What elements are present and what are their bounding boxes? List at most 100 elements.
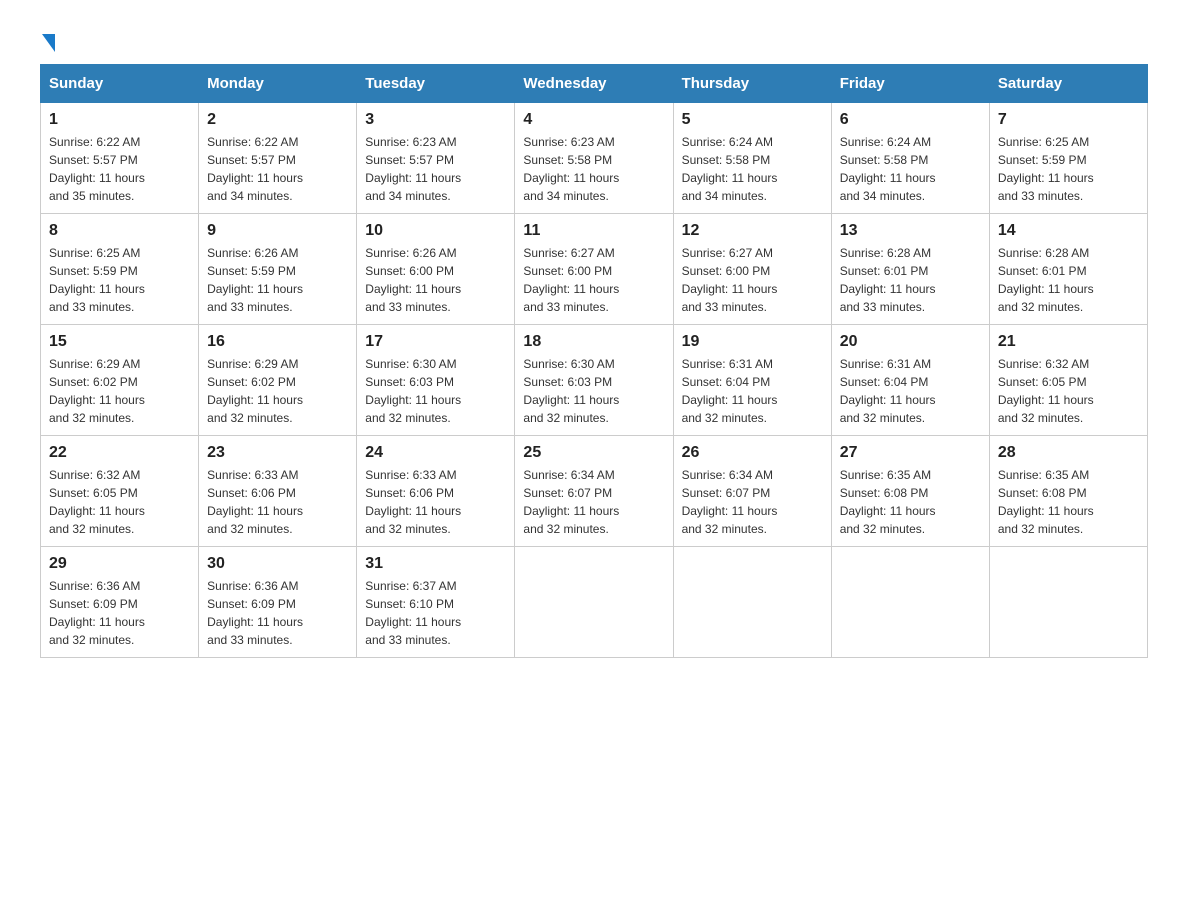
week-row-5: 29 Sunrise: 6:36 AM Sunset: 6:09 PM Dayl… bbox=[41, 547, 1148, 658]
calendar-cell: 28 Sunrise: 6:35 AM Sunset: 6:08 PM Dayl… bbox=[989, 436, 1147, 547]
calendar-table: SundayMondayTuesdayWednesdayThursdayFrid… bbox=[40, 64, 1148, 658]
day-info: Sunrise: 6:22 AM Sunset: 5:57 PM Dayligh… bbox=[49, 133, 190, 205]
day-number: 29 bbox=[49, 555, 190, 573]
day-number: 18 bbox=[523, 333, 664, 351]
day-number: 11 bbox=[523, 222, 664, 240]
day-number: 4 bbox=[523, 111, 664, 129]
calendar-cell: 22 Sunrise: 6:32 AM Sunset: 6:05 PM Dayl… bbox=[41, 436, 199, 547]
day-info: Sunrise: 6:30 AM Sunset: 6:03 PM Dayligh… bbox=[365, 355, 506, 427]
day-info: Sunrise: 6:29 AM Sunset: 6:02 PM Dayligh… bbox=[49, 355, 190, 427]
logo bbox=[40, 30, 55, 44]
page-header bbox=[40, 30, 1148, 44]
header-friday: Friday bbox=[831, 65, 989, 103]
calendar-cell: 6 Sunrise: 6:24 AM Sunset: 5:58 PM Dayli… bbox=[831, 103, 989, 214]
calendar-cell: 8 Sunrise: 6:25 AM Sunset: 5:59 PM Dayli… bbox=[41, 214, 199, 325]
day-info: Sunrise: 6:23 AM Sunset: 5:58 PM Dayligh… bbox=[523, 133, 664, 205]
day-number: 13 bbox=[840, 222, 981, 240]
day-number: 8 bbox=[49, 222, 190, 240]
day-info: Sunrise: 6:28 AM Sunset: 6:01 PM Dayligh… bbox=[998, 244, 1139, 316]
day-info: Sunrise: 6:30 AM Sunset: 6:03 PM Dayligh… bbox=[523, 355, 664, 427]
day-number: 22 bbox=[49, 444, 190, 462]
calendar-cell: 23 Sunrise: 6:33 AM Sunset: 6:06 PM Dayl… bbox=[199, 436, 357, 547]
day-info: Sunrise: 6:31 AM Sunset: 6:04 PM Dayligh… bbox=[682, 355, 823, 427]
day-number: 6 bbox=[840, 111, 981, 129]
day-info: Sunrise: 6:36 AM Sunset: 6:09 PM Dayligh… bbox=[207, 577, 348, 649]
day-number: 31 bbox=[365, 555, 506, 573]
day-info: Sunrise: 6:22 AM Sunset: 5:57 PM Dayligh… bbox=[207, 133, 348, 205]
day-info: Sunrise: 6:33 AM Sunset: 6:06 PM Dayligh… bbox=[365, 466, 506, 538]
day-info: Sunrise: 6:37 AM Sunset: 6:10 PM Dayligh… bbox=[365, 577, 506, 649]
calendar-cell: 4 Sunrise: 6:23 AM Sunset: 5:58 PM Dayli… bbox=[515, 103, 673, 214]
calendar-cell: 27 Sunrise: 6:35 AM Sunset: 6:08 PM Dayl… bbox=[831, 436, 989, 547]
calendar-cell: 16 Sunrise: 6:29 AM Sunset: 6:02 PM Dayl… bbox=[199, 325, 357, 436]
day-number: 7 bbox=[998, 111, 1139, 129]
calendar-cell: 1 Sunrise: 6:22 AM Sunset: 5:57 PM Dayli… bbox=[41, 103, 199, 214]
calendar-cell: 31 Sunrise: 6:37 AM Sunset: 6:10 PM Dayl… bbox=[357, 547, 515, 658]
day-number: 14 bbox=[998, 222, 1139, 240]
day-number: 20 bbox=[840, 333, 981, 351]
weekday-header-row: SundayMondayTuesdayWednesdayThursdayFrid… bbox=[41, 65, 1148, 103]
calendar-cell: 26 Sunrise: 6:34 AM Sunset: 6:07 PM Dayl… bbox=[673, 436, 831, 547]
calendar-cell: 24 Sunrise: 6:33 AM Sunset: 6:06 PM Dayl… bbox=[357, 436, 515, 547]
day-number: 17 bbox=[365, 333, 506, 351]
day-info: Sunrise: 6:24 AM Sunset: 5:58 PM Dayligh… bbox=[840, 133, 981, 205]
day-info: Sunrise: 6:33 AM Sunset: 6:06 PM Dayligh… bbox=[207, 466, 348, 538]
week-row-1: 1 Sunrise: 6:22 AM Sunset: 5:57 PM Dayli… bbox=[41, 103, 1148, 214]
day-number: 23 bbox=[207, 444, 348, 462]
day-number: 28 bbox=[998, 444, 1139, 462]
header-wednesday: Wednesday bbox=[515, 65, 673, 103]
day-number: 9 bbox=[207, 222, 348, 240]
day-number: 2 bbox=[207, 111, 348, 129]
header-saturday: Saturday bbox=[989, 65, 1147, 103]
calendar-cell: 5 Sunrise: 6:24 AM Sunset: 5:58 PM Dayli… bbox=[673, 103, 831, 214]
calendar-cell bbox=[831, 547, 989, 658]
day-info: Sunrise: 6:27 AM Sunset: 6:00 PM Dayligh… bbox=[523, 244, 664, 316]
week-row-4: 22 Sunrise: 6:32 AM Sunset: 6:05 PM Dayl… bbox=[41, 436, 1148, 547]
day-info: Sunrise: 6:26 AM Sunset: 5:59 PM Dayligh… bbox=[207, 244, 348, 316]
day-number: 24 bbox=[365, 444, 506, 462]
calendar-cell: 29 Sunrise: 6:36 AM Sunset: 6:09 PM Dayl… bbox=[41, 547, 199, 658]
calendar-cell: 19 Sunrise: 6:31 AM Sunset: 6:04 PM Dayl… bbox=[673, 325, 831, 436]
calendar-cell: 2 Sunrise: 6:22 AM Sunset: 5:57 PM Dayli… bbox=[199, 103, 357, 214]
calendar-cell: 9 Sunrise: 6:26 AM Sunset: 5:59 PM Dayli… bbox=[199, 214, 357, 325]
day-info: Sunrise: 6:31 AM Sunset: 6:04 PM Dayligh… bbox=[840, 355, 981, 427]
day-number: 21 bbox=[998, 333, 1139, 351]
calendar-cell: 18 Sunrise: 6:30 AM Sunset: 6:03 PM Dayl… bbox=[515, 325, 673, 436]
calendar-cell: 15 Sunrise: 6:29 AM Sunset: 6:02 PM Dayl… bbox=[41, 325, 199, 436]
day-info: Sunrise: 6:28 AM Sunset: 6:01 PM Dayligh… bbox=[840, 244, 981, 316]
day-number: 12 bbox=[682, 222, 823, 240]
calendar-cell: 21 Sunrise: 6:32 AM Sunset: 6:05 PM Dayl… bbox=[989, 325, 1147, 436]
header-thursday: Thursday bbox=[673, 65, 831, 103]
day-number: 1 bbox=[49, 111, 190, 129]
day-info: Sunrise: 6:25 AM Sunset: 5:59 PM Dayligh… bbox=[49, 244, 190, 316]
header-sunday: Sunday bbox=[41, 65, 199, 103]
day-number: 16 bbox=[207, 333, 348, 351]
day-info: Sunrise: 6:23 AM Sunset: 5:57 PM Dayligh… bbox=[365, 133, 506, 205]
calendar-cell: 14 Sunrise: 6:28 AM Sunset: 6:01 PM Dayl… bbox=[989, 214, 1147, 325]
day-number: 15 bbox=[49, 333, 190, 351]
calendar-cell: 12 Sunrise: 6:27 AM Sunset: 6:00 PM Dayl… bbox=[673, 214, 831, 325]
day-number: 5 bbox=[682, 111, 823, 129]
day-info: Sunrise: 6:35 AM Sunset: 6:08 PM Dayligh… bbox=[998, 466, 1139, 538]
day-info: Sunrise: 6:34 AM Sunset: 6:07 PM Dayligh… bbox=[682, 466, 823, 538]
day-number: 30 bbox=[207, 555, 348, 573]
day-number: 3 bbox=[365, 111, 506, 129]
header-monday: Monday bbox=[199, 65, 357, 103]
calendar-cell: 10 Sunrise: 6:26 AM Sunset: 6:00 PM Dayl… bbox=[357, 214, 515, 325]
day-info: Sunrise: 6:26 AM Sunset: 6:00 PM Dayligh… bbox=[365, 244, 506, 316]
day-info: Sunrise: 6:27 AM Sunset: 6:00 PM Dayligh… bbox=[682, 244, 823, 316]
day-info: Sunrise: 6:29 AM Sunset: 6:02 PM Dayligh… bbox=[207, 355, 348, 427]
day-info: Sunrise: 6:32 AM Sunset: 6:05 PM Dayligh… bbox=[998, 355, 1139, 427]
logo-arrow-icon bbox=[42, 34, 55, 52]
day-number: 25 bbox=[523, 444, 664, 462]
calendar-cell: 25 Sunrise: 6:34 AM Sunset: 6:07 PM Dayl… bbox=[515, 436, 673, 547]
day-info: Sunrise: 6:25 AM Sunset: 5:59 PM Dayligh… bbox=[998, 133, 1139, 205]
day-info: Sunrise: 6:24 AM Sunset: 5:58 PM Dayligh… bbox=[682, 133, 823, 205]
day-info: Sunrise: 6:35 AM Sunset: 6:08 PM Dayligh… bbox=[840, 466, 981, 538]
calendar-cell: 7 Sunrise: 6:25 AM Sunset: 5:59 PM Dayli… bbox=[989, 103, 1147, 214]
day-number: 26 bbox=[682, 444, 823, 462]
day-number: 27 bbox=[840, 444, 981, 462]
header-tuesday: Tuesday bbox=[357, 65, 515, 103]
calendar-cell: 11 Sunrise: 6:27 AM Sunset: 6:00 PM Dayl… bbox=[515, 214, 673, 325]
calendar-cell bbox=[989, 547, 1147, 658]
